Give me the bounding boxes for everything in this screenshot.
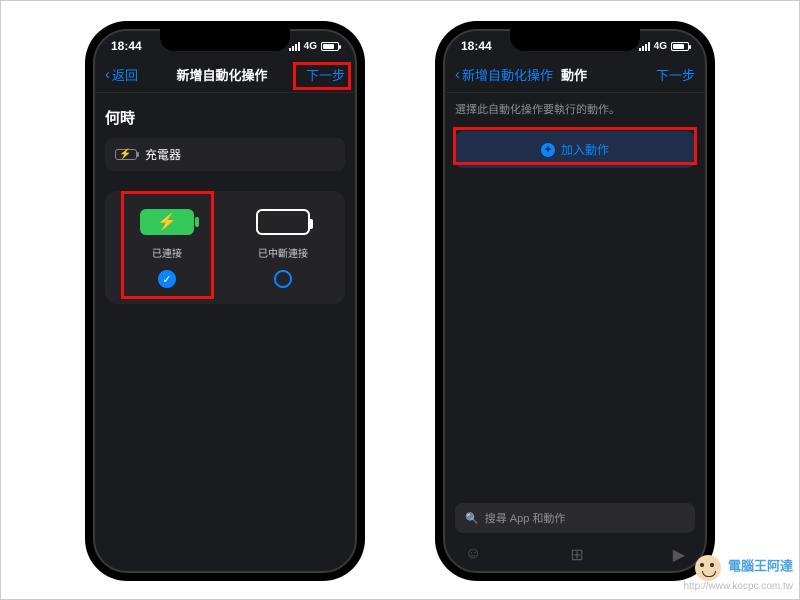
watermark-title: 電腦王阿達 bbox=[728, 559, 793, 574]
back-button[interactable]: ‹ 返回 bbox=[105, 65, 138, 84]
status-time: 18:44 bbox=[461, 39, 492, 53]
next-button[interactable]: 下一步 bbox=[306, 65, 345, 84]
back-label: 新增自動化操作 bbox=[462, 65, 553, 84]
chevron-left-icon: ‹ bbox=[105, 66, 110, 83]
bottom-toolbar: ☺ ⊞ ▶ bbox=[443, 545, 707, 565]
clock-icon[interactable]: ☺ bbox=[465, 545, 481, 565]
chevron-left-icon: ‹ bbox=[455, 66, 460, 83]
radio-selected-icon: ✓ bbox=[158, 270, 176, 288]
network-label: 4G bbox=[654, 41, 667, 52]
signal-icon bbox=[289, 42, 300, 51]
nav-bar: ‹ 新增自動化操作 動作 下一步 bbox=[443, 57, 707, 93]
search-input[interactable]: 🔍 搜尋 App 和動作 bbox=[455, 503, 695, 533]
option-connected[interactable]: ⚡ 已連接 ✓ bbox=[113, 209, 221, 288]
signal-icon bbox=[639, 42, 650, 51]
nav-title: 動作 bbox=[561, 65, 587, 84]
back-button[interactable]: ‹ 新增自動化操作 bbox=[455, 65, 553, 84]
watermark: 電腦王阿達 http://www.kocpc.com.tw bbox=[684, 555, 793, 593]
instruction-text: 選擇此自動化操作要執行的動作。 bbox=[443, 93, 707, 125]
plus-circle-icon: + bbox=[541, 143, 555, 157]
search-placeholder: 搜尋 App 和動作 bbox=[485, 510, 566, 526]
when-heading: 何時 bbox=[105, 107, 345, 128]
battery-icon bbox=[321, 42, 339, 51]
charger-options-card: ⚡ 已連接 ✓ 已中斷連接 bbox=[105, 191, 345, 304]
trigger-charger-row[interactable]: ⚡ 充電器 bbox=[105, 138, 345, 171]
notch bbox=[510, 29, 640, 51]
option-disconnected-label: 已中斷連接 bbox=[258, 245, 308, 260]
battery-empty-icon bbox=[256, 209, 310, 235]
battery-charging-icon: ⚡ bbox=[140, 209, 194, 235]
battery-icon bbox=[671, 42, 689, 51]
option-disconnected[interactable]: 已中斷連接 bbox=[229, 209, 337, 288]
back-label: 返回 bbox=[112, 65, 138, 84]
nav-bar: ‹ 返回 新增自動化操作 下一步 bbox=[93, 57, 357, 93]
phone-left: 18:44 4G ‹ 返回 新增自動化操作 下一步 何時 ⚡ 充電器 ⚡ bbox=[85, 21, 365, 581]
next-button[interactable]: 下一步 bbox=[656, 65, 695, 84]
add-action-button[interactable]: + 加入動作 bbox=[455, 131, 695, 168]
notch bbox=[160, 29, 290, 51]
watermark-url: http://www.kocpc.com.tw bbox=[684, 581, 793, 592]
option-connected-label: 已連接 bbox=[152, 245, 182, 260]
trigger-label: 充電器 bbox=[145, 146, 181, 163]
mascot-icon bbox=[695, 555, 721, 581]
status-time: 18:44 bbox=[111, 39, 142, 53]
add-action-label: 加入動作 bbox=[561, 141, 609, 158]
search-icon: 🔍 bbox=[465, 512, 479, 525]
charger-icon: ⚡ bbox=[115, 149, 137, 160]
phone-right: 18:44 4G ‹ 新增自動化操作 動作 下一步 選擇此自動化操作要執行的動作… bbox=[435, 21, 715, 581]
apps-icon[interactable]: ⊞ bbox=[570, 545, 583, 565]
network-label: 4G bbox=[304, 41, 317, 52]
radio-unselected-icon bbox=[274, 270, 292, 288]
nav-title: 新增自動化操作 bbox=[138, 65, 306, 84]
